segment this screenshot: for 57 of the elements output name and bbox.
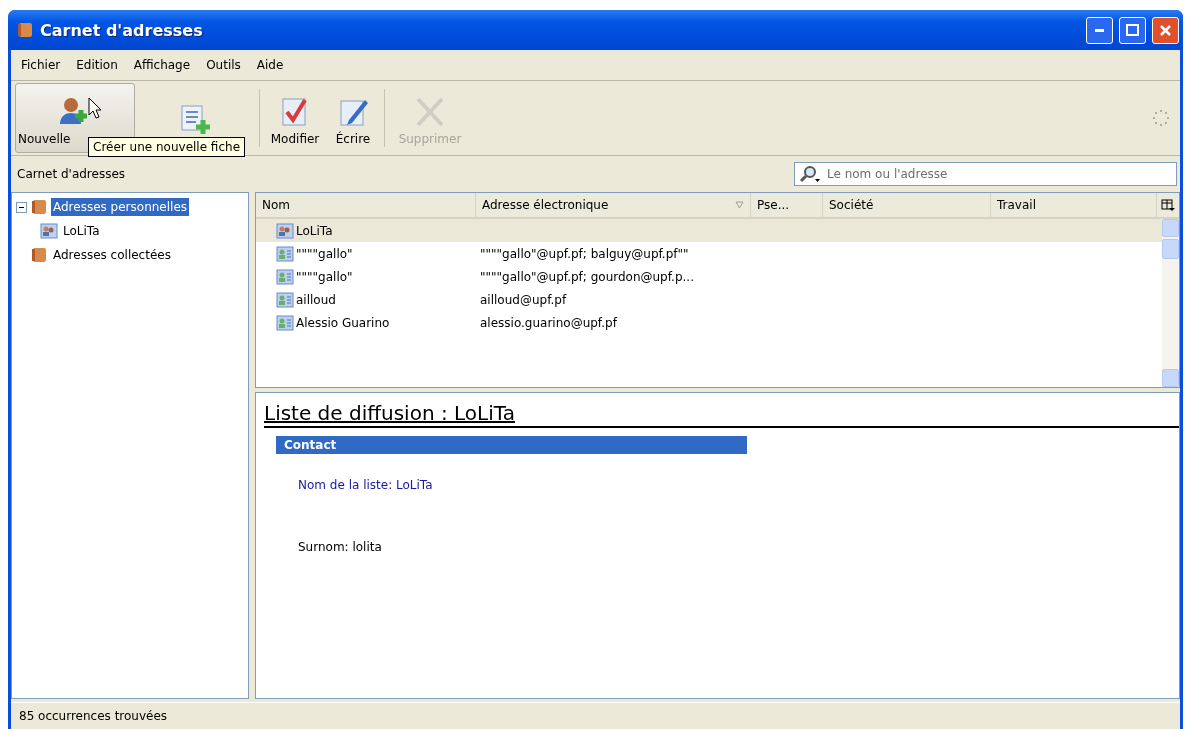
email-cell-text: alessio.guarino@upf.pf: [479, 315, 619, 330]
maximize-icon: [1126, 24, 1139, 36]
detail-title: Liste de diffusion : LoLiTa: [264, 401, 1179, 428]
name-cell: """"gallo": [256, 268, 476, 285]
sort-icon: [735, 201, 744, 209]
search-icon[interactable]: [799, 165, 821, 183]
tooltip: Créer une nouvelle fiche: [88, 137, 246, 157]
column-header[interactable]: Société: [823, 193, 991, 217]
nickname: Surnom: lolita: [298, 540, 383, 554]
table-row[interactable]: LoLiTa: [256, 219, 1162, 242]
status-text: 85 occurrences trouvées: [19, 709, 168, 723]
throbber-icon: [1152, 109, 1170, 127]
scroll-thumb[interactable]: [1162, 239, 1179, 259]
address-book-icon: [16, 21, 34, 39]
contact-card-icon: [276, 268, 294, 285]
address-book-title: Carnet d'adresses: [17, 167, 126, 181]
email-cell-text: ailloud@upf.pf: [479, 292, 568, 307]
group-card-icon: [40, 223, 58, 239]
name-cell: LoLiTa: [256, 222, 476, 239]
sidebar-item[interactable]: Adresses personnelles: [51, 198, 190, 216]
menu-item[interactable]: Outils: [200, 56, 247, 74]
mouse-cursor-icon: [88, 97, 102, 119]
column-picker-icon[interactable]: [1161, 198, 1175, 212]
column-header[interactable]: Pse...: [751, 193, 823, 217]
name-cell: ailloud: [256, 291, 476, 308]
sidebar-item[interactable]: Adresses collectées: [51, 246, 173, 264]
menu-item[interactable]: Aide: [250, 56, 290, 74]
menu-item[interactable]: Fichier: [15, 56, 67, 74]
list-name: Nom de la liste: LoLiTa: [298, 478, 434, 492]
close-button[interactable]: [1152, 16, 1179, 44]
close-icon: [1159, 23, 1172, 37]
scrollbar[interactable]: [1162, 219, 1179, 387]
toolbar-button[interactable]: Écrire: [326, 83, 380, 153]
column-header[interactable]: Nom: [256, 193, 476, 217]
address-book-icon: [30, 198, 48, 216]
window-title: Carnet d'adresses: [40, 20, 204, 40]
column-header[interactable]: Travail: [991, 193, 1157, 217]
name-cell: Alessio Guarino: [256, 314, 476, 331]
group-card-icon: [276, 222, 294, 239]
column-header[interactable]: Adresse électronique: [476, 193, 751, 217]
toolbar-button[interactable]: Modifier: [264, 83, 326, 153]
email-cell-text: """"gallo"@upf.pf; gourdon@upf.p...: [479, 269, 695, 284]
search-field[interactable]: Le nom ou l'adresse: [794, 162, 1177, 186]
address-book-icon: [30, 246, 48, 264]
email-cell-text: """"gallo"@upf.pf; balguy@upf.pf"": [479, 246, 690, 261]
contact-card-icon: [276, 245, 294, 262]
menu-item[interactable]: Affichage: [127, 56, 197, 74]
name-cell: """"gallo": [256, 245, 476, 262]
contact-card-icon: [276, 314, 294, 331]
maximize-button[interactable]: [1119, 16, 1146, 44]
sidebar-item[interactable]: LoLiTa: [61, 222, 102, 240]
collapse-toggle[interactable]: [16, 201, 27, 213]
section-header: Contact: [276, 436, 747, 454]
minimize-icon: [1095, 28, 1104, 32]
minimize-button[interactable]: [1086, 16, 1113, 44]
contact-card-icon: [276, 291, 294, 308]
menu-item[interactable]: Edition: [70, 56, 124, 74]
